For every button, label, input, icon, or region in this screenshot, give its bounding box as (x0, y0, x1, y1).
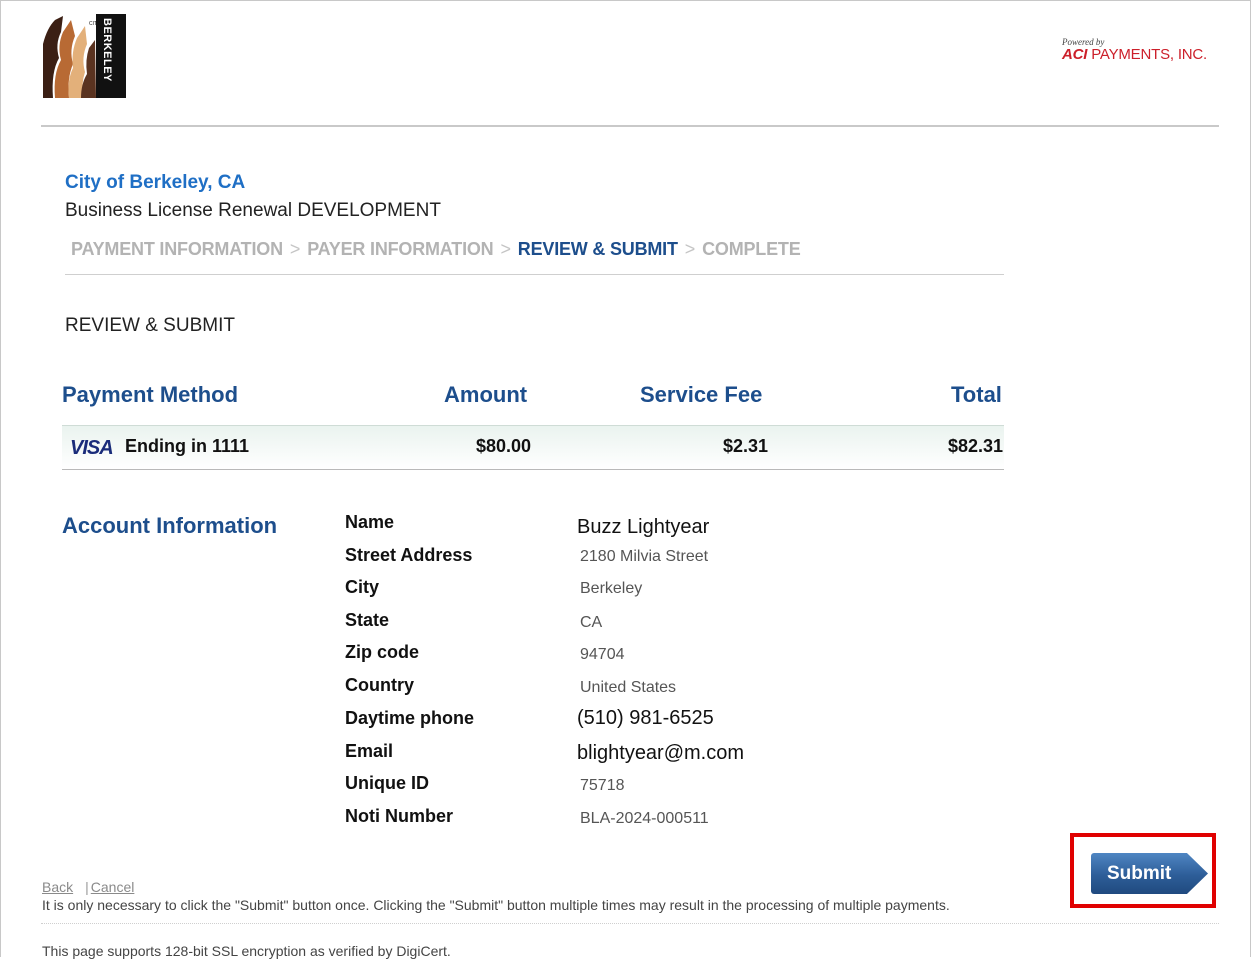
progress-steps: PAYMENT INFORMATION > PAYER INFORMATION > RE… (71, 239, 801, 260)
berkeley-logo: CITY OF BERKELEY (41, 14, 126, 98)
submit-once-note: It is only necessary to click the "Submi… (42, 897, 950, 913)
value-daytime-phone: (510) 981-6525 (577, 707, 714, 729)
payment-amount: $80.00 (476, 436, 532, 456)
service-fee-amount: $2.31 (723, 436, 769, 456)
label-email: Email (345, 741, 394, 761)
city-name: City of Berkeley, CA (65, 172, 246, 193)
header-divider (41, 125, 1219, 127)
value-zip-code: 94704 (580, 646, 625, 663)
submit-button-label: Submit (1107, 863, 1172, 884)
header-service-fee: Service Fee (640, 382, 763, 407)
value-email: blightyear@m.com (577, 742, 745, 764)
step-review-submit: REVIEW & SUBMIT (517, 239, 678, 259)
value-street-address: 2180 Milvia Street (580, 548, 709, 565)
step-separator: > (289, 239, 301, 259)
value-country: United States (580, 679, 677, 696)
visa-card-icon: VISA (70, 437, 114, 460)
steps-divider (65, 274, 1004, 275)
header-amount: Amount (444, 382, 528, 407)
label-zip-code: Zip code (345, 642, 420, 662)
value-name: Buzz Lightyear (577, 516, 710, 538)
label-street-address: Street Address (345, 545, 473, 565)
payment-row: VISA Ending in 1111 $80.00 $2.31 $82.31 (62, 425, 1004, 470)
header-payment-method: Payment Method (62, 382, 239, 407)
aci-payments-logo: Powered by ACI PAYMENTS, INC. (1062, 38, 1222, 66)
label-state: State (345, 610, 390, 630)
value-state: CA (580, 614, 603, 631)
step-payer-information: PAYER INFORMATION (307, 239, 494, 259)
section-title: REVIEW & SUBMIT (65, 315, 235, 336)
value-noti-number: BLA-2024-000511 (580, 810, 709, 827)
back-link[interactable]: Back (42, 879, 73, 895)
aci-brand-bold: ACI (1062, 46, 1088, 63)
label-city: City (345, 577, 380, 597)
step-separator: > (684, 239, 696, 259)
card-description: Ending in 1111 (125, 436, 250, 456)
cancel-link[interactable]: Cancel (91, 879, 135, 895)
label-country: Country (345, 675, 414, 695)
total-amount: $82.31 (948, 436, 1004, 456)
value-city: Berkeley (580, 580, 643, 597)
account-information-title: Account Information (62, 513, 278, 538)
value-unique-id: 75718 (580, 777, 625, 794)
card-brand: VISA (70, 437, 114, 459)
nav-links: Back | Cancel (42, 879, 134, 895)
label-noti-number: Noti Number (345, 806, 453, 826)
service-name: Business License Renewal DEVELOPMENT (65, 200, 441, 221)
label-daytime-phone: Daytime phone (345, 708, 475, 728)
step-separator: > (500, 239, 511, 259)
header-total: Total (951, 382, 1002, 407)
aci-brand: ACI PAYMENTS, INC. (1062, 47, 1222, 63)
svg-text:BERKELEY: BERKELEY (101, 18, 113, 82)
step-payment-information: PAYMENT INFORMATION (71, 239, 283, 259)
submit-button[interactable]: Submit (1091, 853, 1208, 894)
step-complete: COMPLETE (702, 239, 801, 259)
footer-divider (41, 923, 1219, 924)
label-unique-id: Unique ID (345, 773, 429, 793)
label-name: Name (345, 512, 395, 532)
ssl-notice: This page supports 128-bit SSL encryptio… (42, 943, 451, 959)
link-separator: | (85, 879, 89, 895)
aci-brand-rest: PAYMENTS, INC. (1087, 46, 1208, 63)
